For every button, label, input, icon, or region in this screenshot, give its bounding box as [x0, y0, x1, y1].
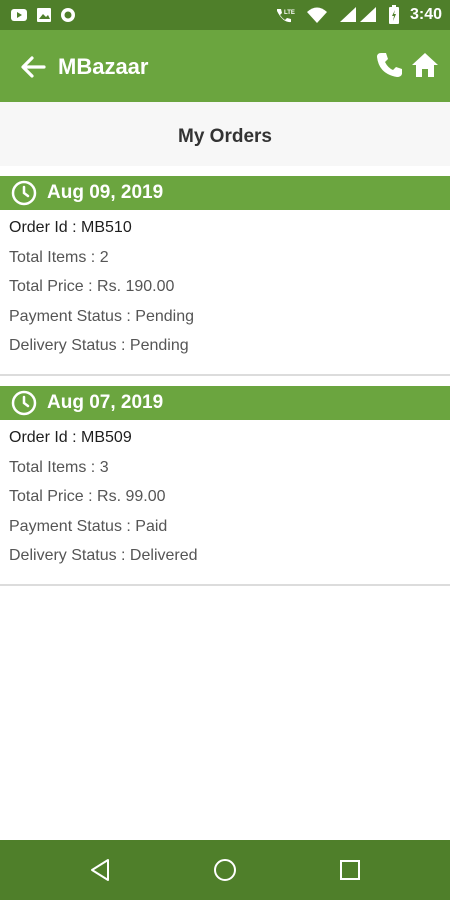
order-id: Order Id : MB510 — [9, 219, 132, 236]
record-icon — [61, 8, 75, 22]
delivery-status: Delivery Status : Delivered — [9, 547, 198, 564]
payment-status: Payment Status : Paid — [9, 517, 168, 535]
total-price: Total Price : Rs. 190.00 — [9, 278, 175, 295]
order-details: Order Id : MB509 Total Items : 3 Total P… — [9, 426, 198, 574]
order-date-header: Aug 07, 2019 — [0, 386, 450, 420]
status-time: 3:40 — [409, 6, 442, 23]
page-header: My Orders — [0, 102, 450, 166]
wifi-icon — [306, 7, 327, 23]
total-price: Total Price : Rs. 99.00 — [9, 488, 166, 505]
page-title: My Orders — [178, 126, 272, 147]
back-arrow-icon[interactable] — [18, 52, 48, 82]
battery-icon — [388, 5, 399, 24]
order-details: Order Id : MB510 Total Items : 2 Total P… — [9, 216, 194, 364]
total-items: Total Items : 3 — [9, 458, 109, 476]
orders-list: Aug 09, 2019 Order Id : MB510 Total Item… — [0, 166, 450, 840]
order-date: Aug 09, 2019 — [47, 182, 164, 203]
volte-icon: LTE — [276, 9, 295, 23]
order-card[interactable]: Aug 07, 2019 Order Id : MB509 Total Item… — [0, 376, 450, 586]
payment-status: Payment Status : Pending — [9, 307, 194, 325]
system-icons: LTE 3:40 — [274, 5, 442, 25]
total-items: Total Items : 2 — [9, 248, 109, 266]
nav-recents-icon[interactable] — [337, 857, 363, 883]
clock-icon — [11, 180, 37, 206]
youtube-icon — [11, 9, 27, 21]
signal-icon — [339, 7, 376, 22]
phone-icon[interactable] — [374, 50, 404, 80]
nav-home-icon[interactable] — [212, 857, 238, 883]
app-title: MBazaar — [58, 54, 149, 79]
image-icon — [37, 8, 51, 22]
home-icon[interactable] — [410, 50, 440, 80]
navigation-bar — [0, 840, 450, 900]
network-text: LTE — [284, 10, 295, 16]
notification-icons — [10, 7, 76, 23]
status-bar: LTE 3:40 — [0, 0, 450, 30]
order-date: Aug 07, 2019 — [47, 392, 164, 413]
app-bar: MBazaar — [0, 30, 450, 102]
delivery-status: Delivery Status : Pending — [9, 337, 189, 354]
order-card[interactable]: Aug 09, 2019 Order Id : MB510 Total Item… — [0, 166, 450, 376]
order-date-header: Aug 09, 2019 — [0, 176, 450, 210]
clock-icon — [11, 390, 37, 416]
nav-back-icon[interactable] — [88, 857, 114, 883]
order-id: Order Id : MB509 — [9, 429, 132, 446]
